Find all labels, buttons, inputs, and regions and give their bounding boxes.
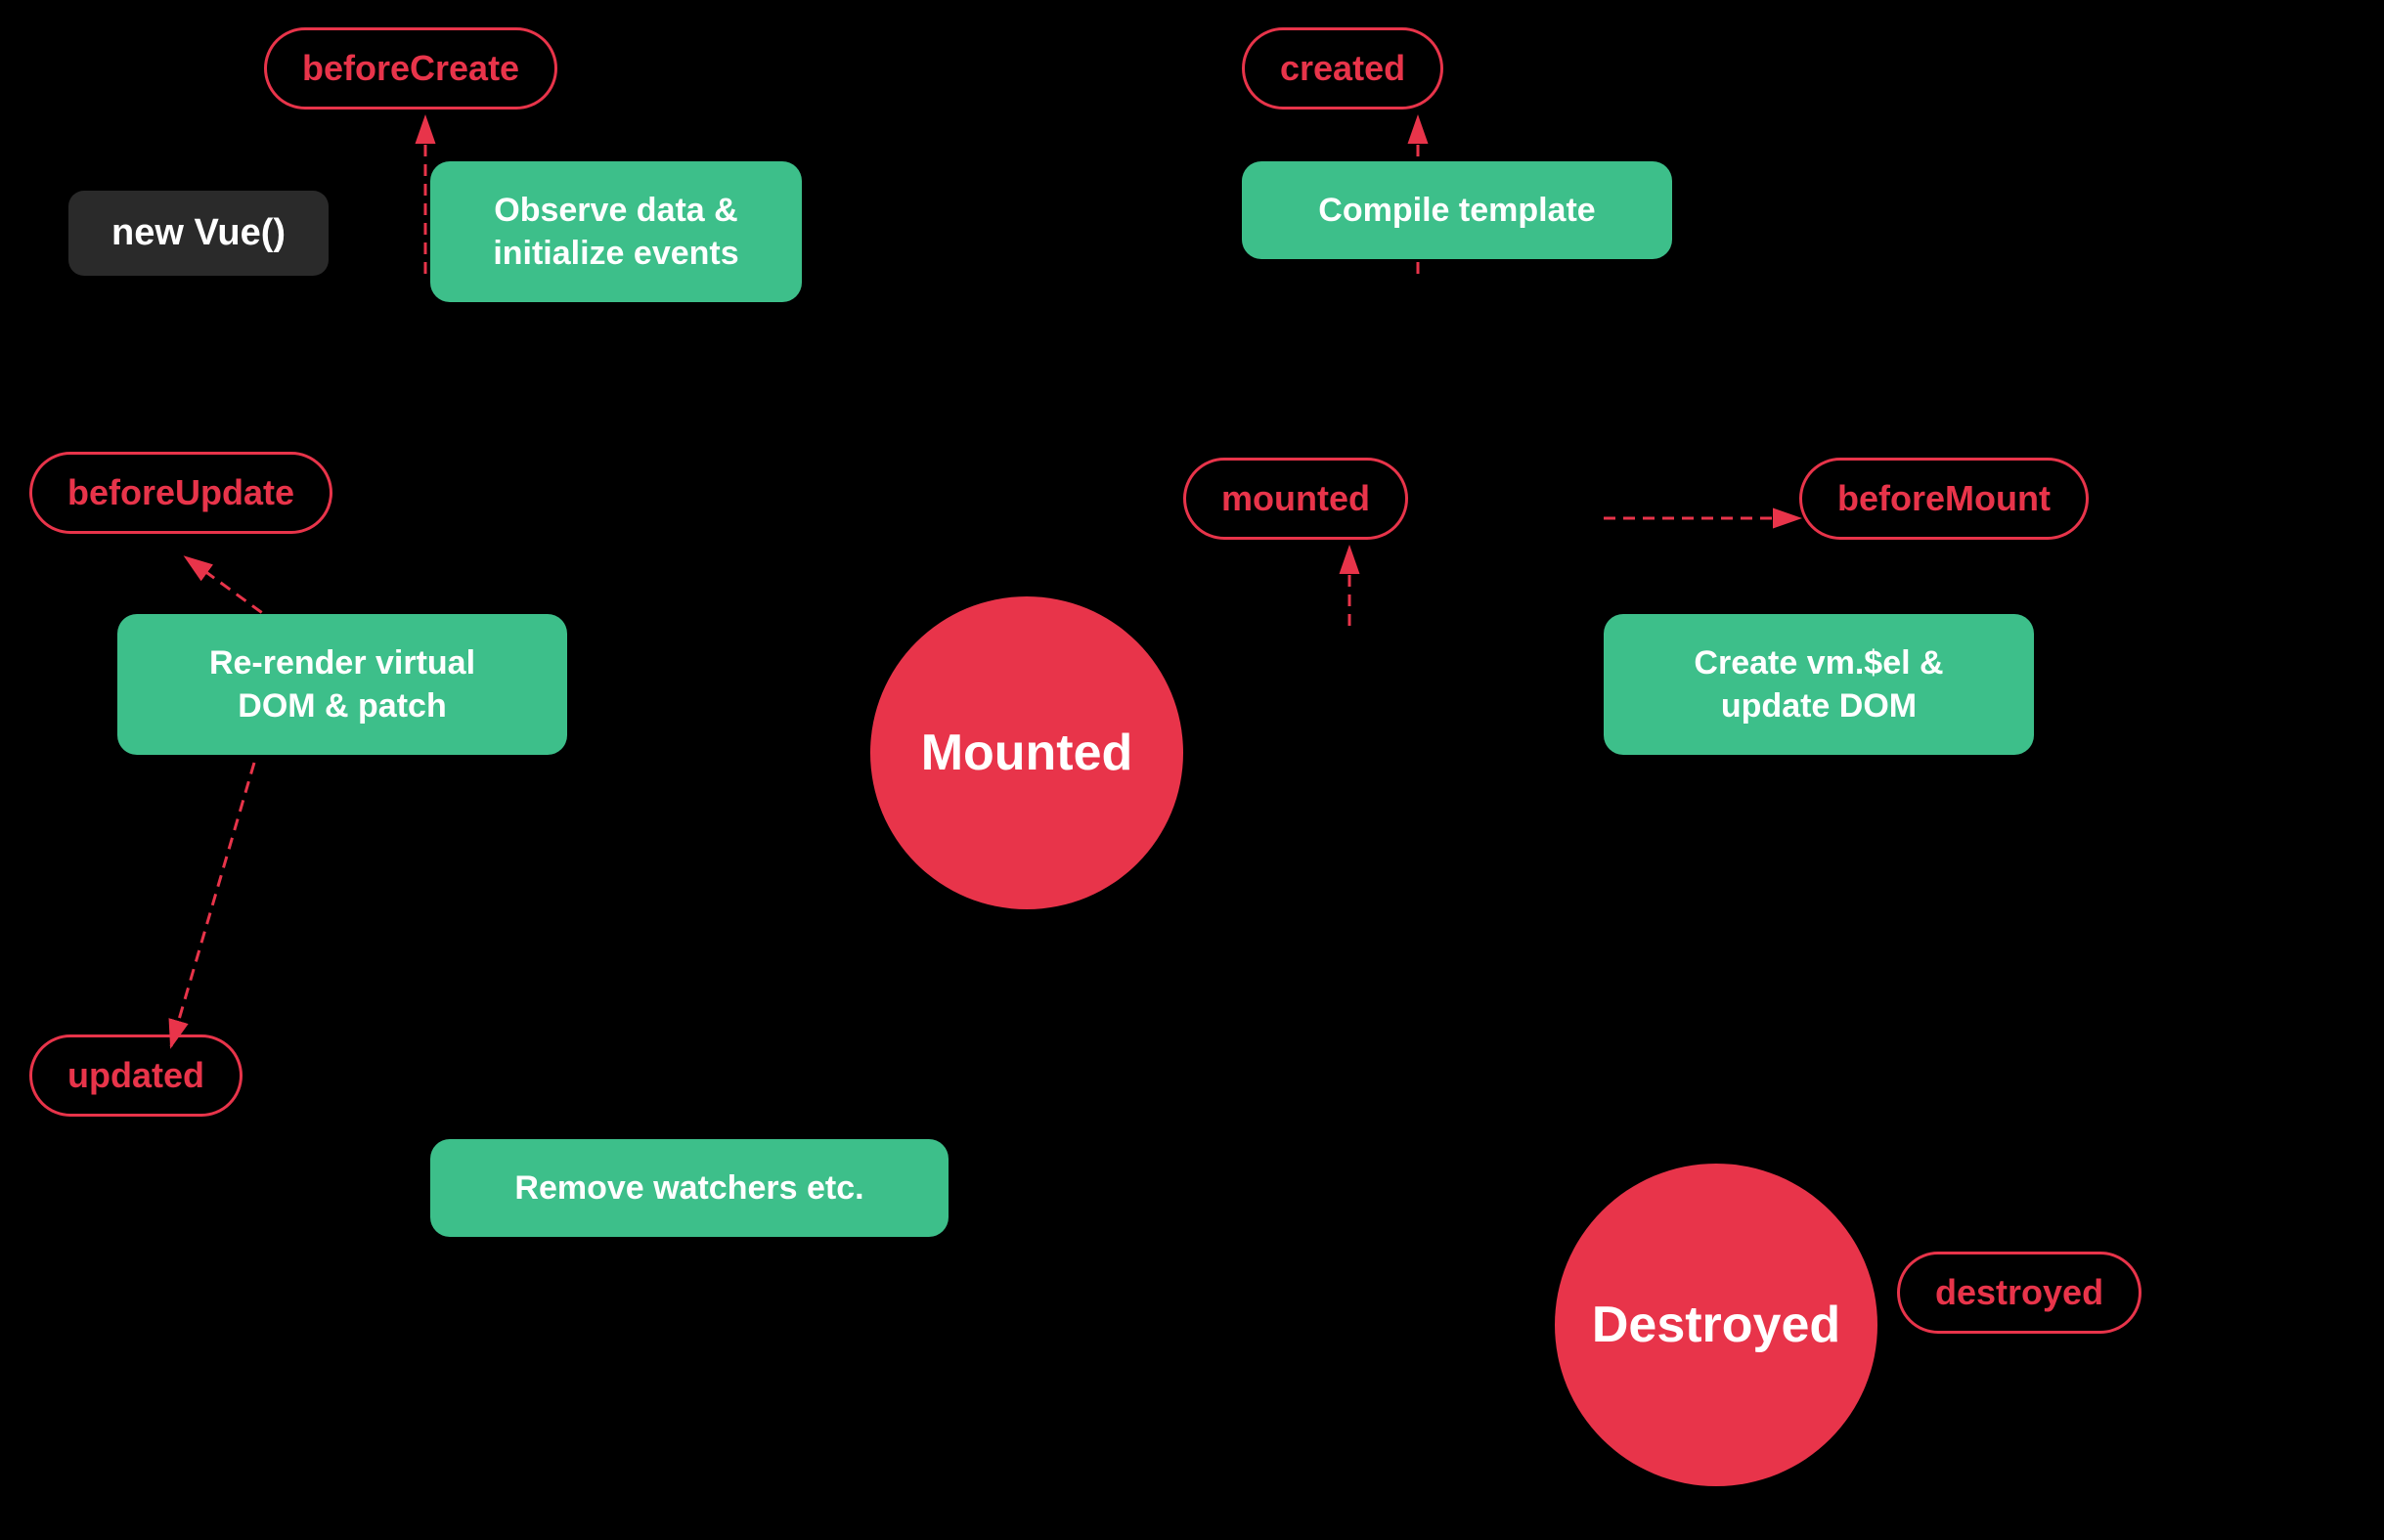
- destroyed-badge: destroyed: [1897, 1252, 2141, 1334]
- created-badge: created: [1242, 27, 1443, 110]
- lifecycle-diagram: new Vue() beforeCreate Observe data &ini…: [0, 0, 2384, 1540]
- rerender-box: Re-render virtualDOM & patch: [117, 614, 567, 755]
- before-create-badge: beforeCreate: [264, 27, 557, 110]
- updated-badge: updated: [29, 1034, 243, 1117]
- before-update-badge: beforeUpdate: [29, 452, 332, 534]
- mounted-circle: Mounted: [870, 596, 1183, 909]
- destroyed-circle: Destroyed: [1555, 1164, 1877, 1486]
- before-mount-badge: beforeMount: [1799, 458, 2089, 540]
- remove-watchers-box: Remove watchers etc.: [430, 1139, 949, 1237]
- mounted-hook-badge: mounted: [1183, 458, 1408, 540]
- compile-template-box: Compile template: [1242, 161, 1672, 259]
- observe-data-box: Observe data &initialize events: [430, 161, 802, 302]
- new-vue-box: new Vue(): [68, 191, 329, 276]
- create-vm-el-box: Create vm.$el &update DOM: [1604, 614, 2034, 755]
